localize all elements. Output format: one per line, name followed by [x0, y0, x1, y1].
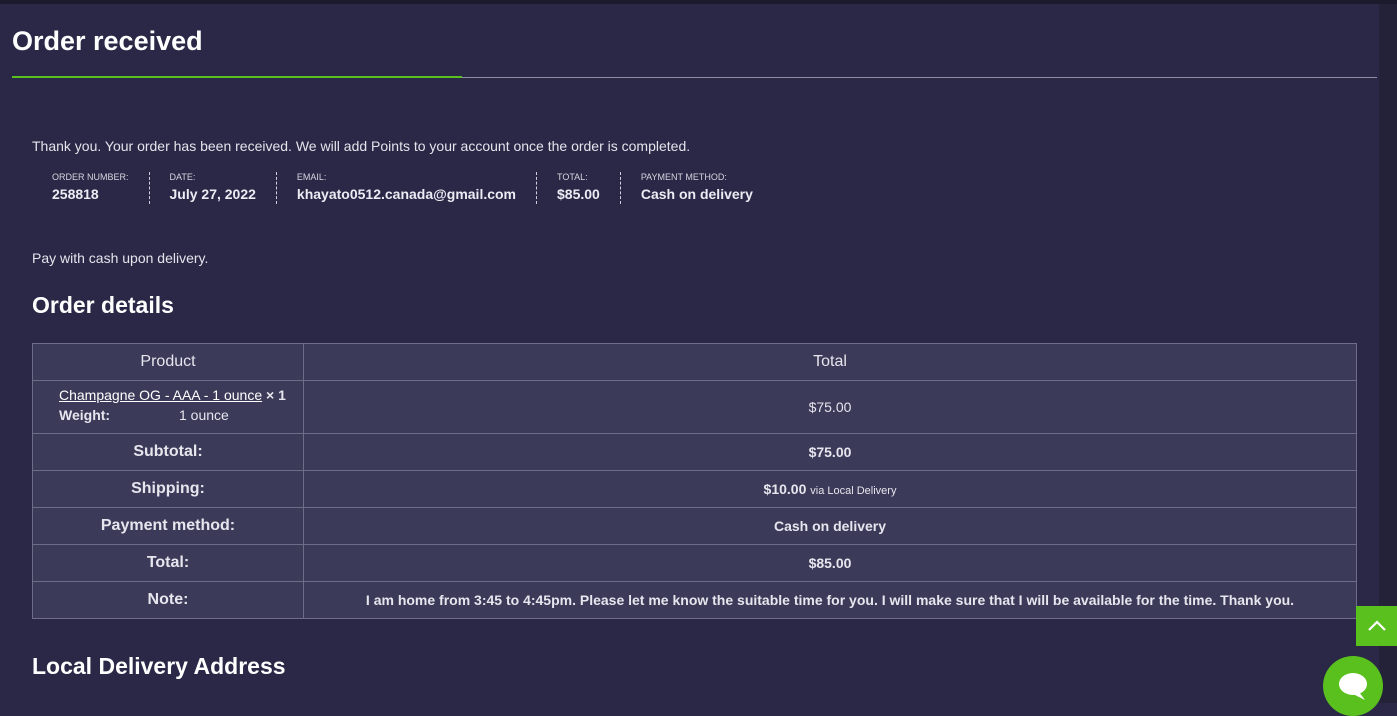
overview-value: Cash on delivery: [640, 186, 753, 202]
column-header-total: Total: [303, 343, 1357, 381]
shipping-method: via Local Delivery: [810, 485, 897, 497]
payment-instructions: Pay with cash upon delivery.: [32, 250, 209, 266]
shipping-value-cell: $10.00 via Local Delivery: [303, 470, 1357, 508]
scroll-to-top-button[interactable]: [1356, 606, 1397, 646]
top-strip: [0, 0, 1397, 4]
note-row: Note: I am home from 3:45 to 4:45pm. Ple…: [32, 581, 1357, 619]
delivery-address-heading: Local Delivery Address: [32, 653, 286, 679]
product-total: $75.00: [303, 380, 1357, 434]
order-overview: ORDER NUMBER: 258818 DATE: July 27, 2022…: [32, 172, 773, 204]
subtotal-value: $75.00: [303, 433, 1357, 471]
product-meta: Weight: 1 ounce: [59, 407, 295, 423]
title-accent-bar: [12, 76, 462, 78]
column-header-product: Product: [32, 343, 304, 381]
shipping-value: $10.00: [763, 481, 807, 497]
order-item-row: Champagne OG - AAA - 1 ounce × 1 Weight:…: [32, 380, 1357, 434]
meta-key: Weight:: [59, 407, 111, 423]
shipping-label: Shipping:: [32, 470, 304, 508]
overview-value: 258818: [52, 186, 99, 202]
overview-email: EMAIL: khayato0512.canada@gmail.com: [277, 172, 538, 204]
chevron-up-icon: [1367, 620, 1386, 631]
overview-value: $85.00: [557, 186, 600, 202]
overview-label: DATE:: [169, 172, 196, 182]
overview-label: PAYMENT METHOD:: [640, 172, 727, 182]
thank-you-message: Thank you. Your order has been received.…: [32, 138, 691, 154]
overview-label: ORDER NUMBER:: [52, 172, 129, 182]
overview-total: TOTAL: $85.00: [537, 172, 621, 204]
chat-button[interactable]: [1323, 656, 1383, 716]
subtotal-row: Subtotal: $75.00: [32, 433, 1357, 471]
overview-label: TOTAL:: [557, 172, 588, 182]
meta-value: 1 ounce: [179, 407, 229, 423]
shipping-row: Shipping: $10.00 via Local Delivery: [32, 470, 1357, 508]
overview-payment-method: PAYMENT METHOD: Cash on delivery: [621, 172, 773, 204]
overview-order-number: ORDER NUMBER: 258818: [32, 172, 150, 204]
overview-value: khayato0512.canada@gmail.com: [296, 186, 517, 202]
payment-method-row: Payment method: Cash on delivery: [32, 507, 1357, 545]
total-value: $85.00: [303, 544, 1357, 582]
order-details-heading: Order details: [32, 292, 174, 318]
overview-value: July 27, 2022: [169, 186, 256, 202]
total-row: Total: $85.00: [32, 544, 1357, 582]
product-cell: Champagne OG - AAA - 1 ounce × 1 Weight:…: [32, 380, 304, 434]
product-quantity: × 1: [266, 387, 286, 403]
scrollbar-track[interactable]: [1379, 4, 1397, 703]
order-details-table: Product Total Champagne OG - AAA - 1 oun…: [32, 343, 1357, 619]
chat-bubble-icon: [1339, 673, 1367, 700]
total-label: Total:: [32, 544, 304, 582]
overview-date: DATE: July 27, 2022: [150, 172, 277, 204]
product-link[interactable]: Champagne OG - AAA - 1 ounce: [59, 387, 262, 403]
overview-label: EMAIL:: [296, 172, 327, 182]
table-header-row: Product Total: [32, 343, 1357, 381]
note-label: Note:: [32, 581, 304, 619]
note-value: I am home from 3:45 to 4:45pm. Please le…: [303, 581, 1357, 619]
page-title: Order received: [12, 26, 203, 56]
subtotal-label: Subtotal:: [32, 433, 304, 471]
payment-method-value: Cash on delivery: [303, 507, 1357, 545]
payment-method-label: Payment method:: [32, 507, 304, 545]
